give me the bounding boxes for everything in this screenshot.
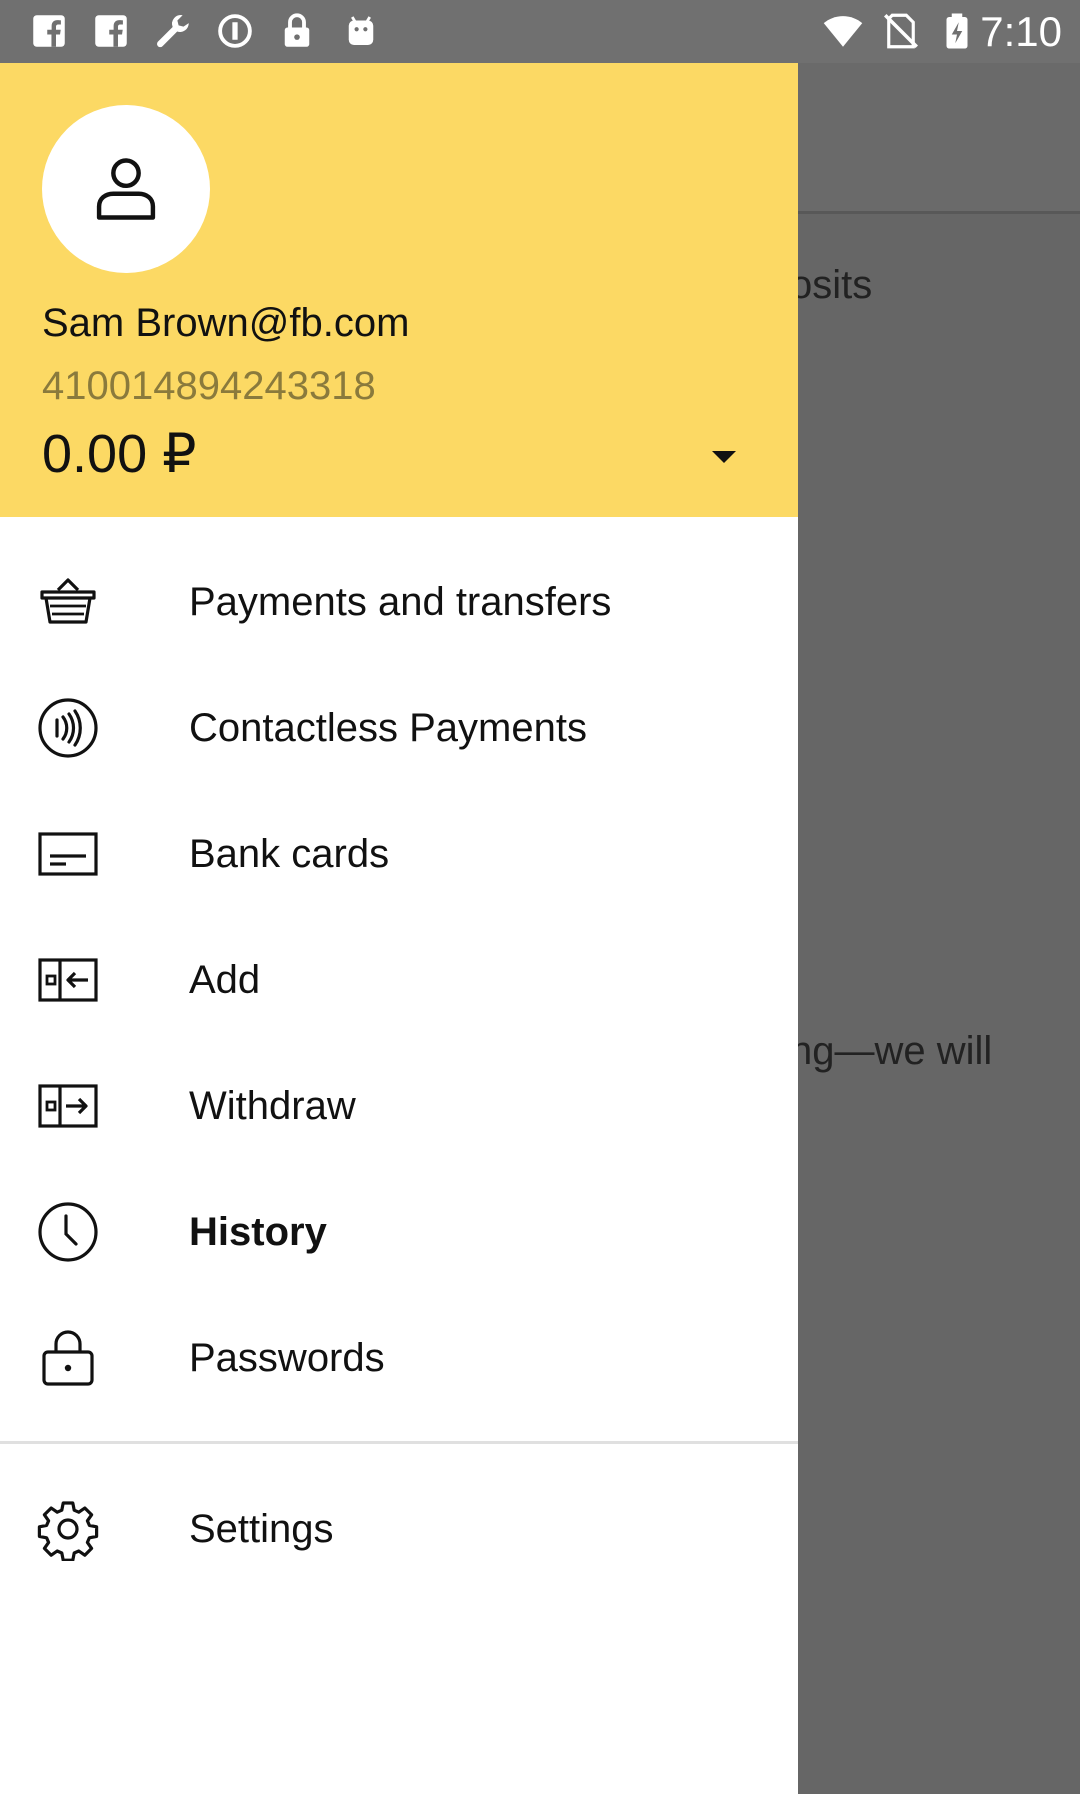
- menu-item-payments-and-transfers[interactable]: Payments and transfers: [0, 539, 798, 665]
- account-balance: 0.00 ₽: [42, 424, 197, 484]
- background-text: osits: [790, 263, 873, 307]
- menu-item-label: Add: [189, 958, 261, 1002]
- account-number: 410014894243318: [42, 364, 376, 408]
- no-sim-icon: [880, 10, 922, 52]
- sync-icon: [214, 10, 256, 52]
- facebook-icon: [90, 10, 132, 52]
- menu-item-label: Settings: [189, 1507, 334, 1551]
- menu-item-settings[interactable]: Settings: [0, 1466, 798, 1592]
- menu-item-label: History: [189, 1210, 327, 1254]
- wrench-icon: [152, 10, 194, 52]
- menu-item-label: Contactless Payments: [189, 706, 587, 750]
- status-time: 7:10: [980, 8, 1062, 55]
- lock-icon: [276, 10, 318, 52]
- dropdown-arrow-icon: [712, 451, 736, 463]
- navigation-drawer: Sam Brown@fb.com 410014894243318 0.00 ₽ …: [0, 63, 798, 1794]
- card-icon: [36, 822, 100, 886]
- wifi-icon: [822, 10, 864, 52]
- menu-item-add[interactable]: Add: [0, 917, 798, 1043]
- menu-item-label: Passwords: [189, 1336, 385, 1380]
- add-funds-icon: [36, 948, 100, 1012]
- basket-icon: [36, 570, 100, 634]
- menu-item-history[interactable]: History: [0, 1169, 798, 1295]
- gear-icon: [36, 1497, 100, 1561]
- menu-item-passwords[interactable]: Passwords: [0, 1295, 798, 1421]
- menu-item-label: Bank cards: [189, 832, 390, 876]
- avatar[interactable]: [42, 105, 210, 273]
- contactless-icon: [36, 696, 100, 760]
- menu-item-label: Withdraw: [189, 1084, 356, 1128]
- account-switcher-button[interactable]: [700, 433, 748, 481]
- menu-item-withdraw[interactable]: Withdraw: [0, 1043, 798, 1169]
- facebook-icon: [28, 10, 70, 52]
- withdraw-icon: [36, 1074, 100, 1138]
- menu-item-label: Payments and transfers: [189, 580, 612, 624]
- android-icon: [340, 10, 382, 52]
- account-header: Sam Brown@fb.com 410014894243318 0.00 ₽: [0, 63, 798, 517]
- clock-icon: [36, 1200, 100, 1264]
- menu-item-contactless-payments[interactable]: Contactless Payments: [0, 665, 798, 791]
- account-email: Sam Brown@fb.com: [42, 301, 410, 345]
- person-icon: [96, 158, 156, 220]
- divider: [0, 1441, 798, 1444]
- status-bar: 7:10: [0, 0, 1080, 63]
- background-text: ng—we will: [790, 1029, 993, 1073]
- menu-item-bank-cards[interactable]: Bank cards: [0, 791, 798, 917]
- battery-charging-icon: [936, 10, 978, 52]
- lock-icon: [36, 1326, 100, 1390]
- screen: 7:10 osits ng—we will Sam Brown@fb.com 4…: [0, 0, 1080, 1794]
